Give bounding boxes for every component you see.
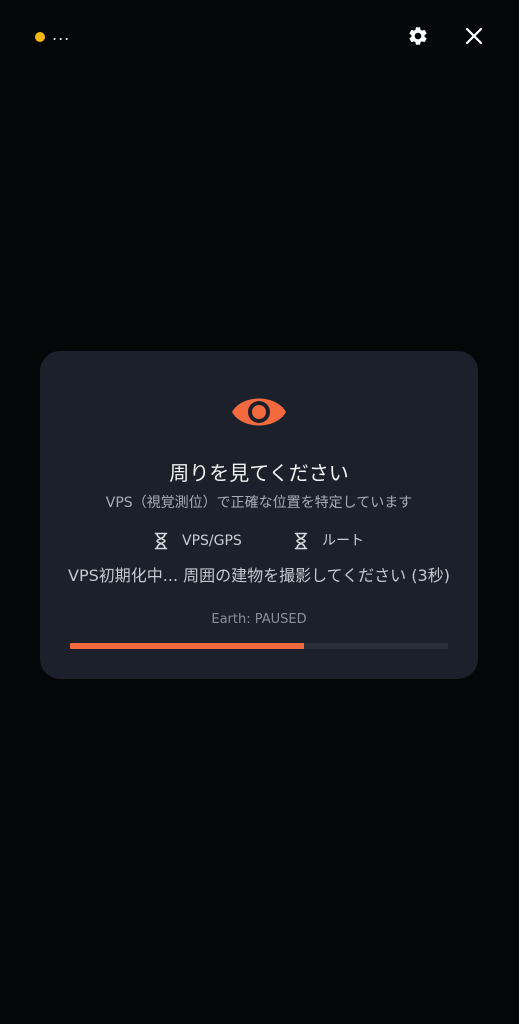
close-icon — [465, 27, 483, 45]
settings-button[interactable] — [404, 22, 432, 50]
close-button[interactable] — [460, 22, 488, 50]
progress-bar — [70, 643, 448, 649]
card-subtitle: VPS（視覚測位）で正確な位置を特定しています — [105, 495, 413, 511]
earth-status: Earth: PAUSED — [211, 612, 307, 627]
vps-localization-card: 周りを見てください VPS（視覚測位）で正確な位置を特定しています VPS/GP… — [40, 351, 478, 679]
hourglass-icon — [294, 532, 308, 550]
eye-icon — [232, 398, 286, 426]
status-indicator-dot — [35, 32, 45, 42]
status-item-label: ルート — [322, 533, 364, 549]
progress-bar-fill — [70, 643, 305, 649]
hourglass-icon — [154, 532, 168, 550]
status-row: VPS/GPS ルート — [40, 529, 478, 553]
status-item-label: VPS/GPS — [182, 533, 242, 549]
progress-message: VPS初期化中... 周囲の建物を撮影してください (3秒) — [68, 566, 450, 585]
status-text: ... — [52, 25, 71, 44]
status-item-route: ルート — [294, 529, 364, 553]
gear-icon — [409, 27, 427, 45]
status-item-vps-gps: VPS/GPS — [154, 529, 242, 553]
card-title: 周りを見てください — [169, 461, 349, 485]
screen: ... 周りを見てください VPS（視覚測位）で正確な位置を特定しています VP… — [0, 0, 519, 1024]
